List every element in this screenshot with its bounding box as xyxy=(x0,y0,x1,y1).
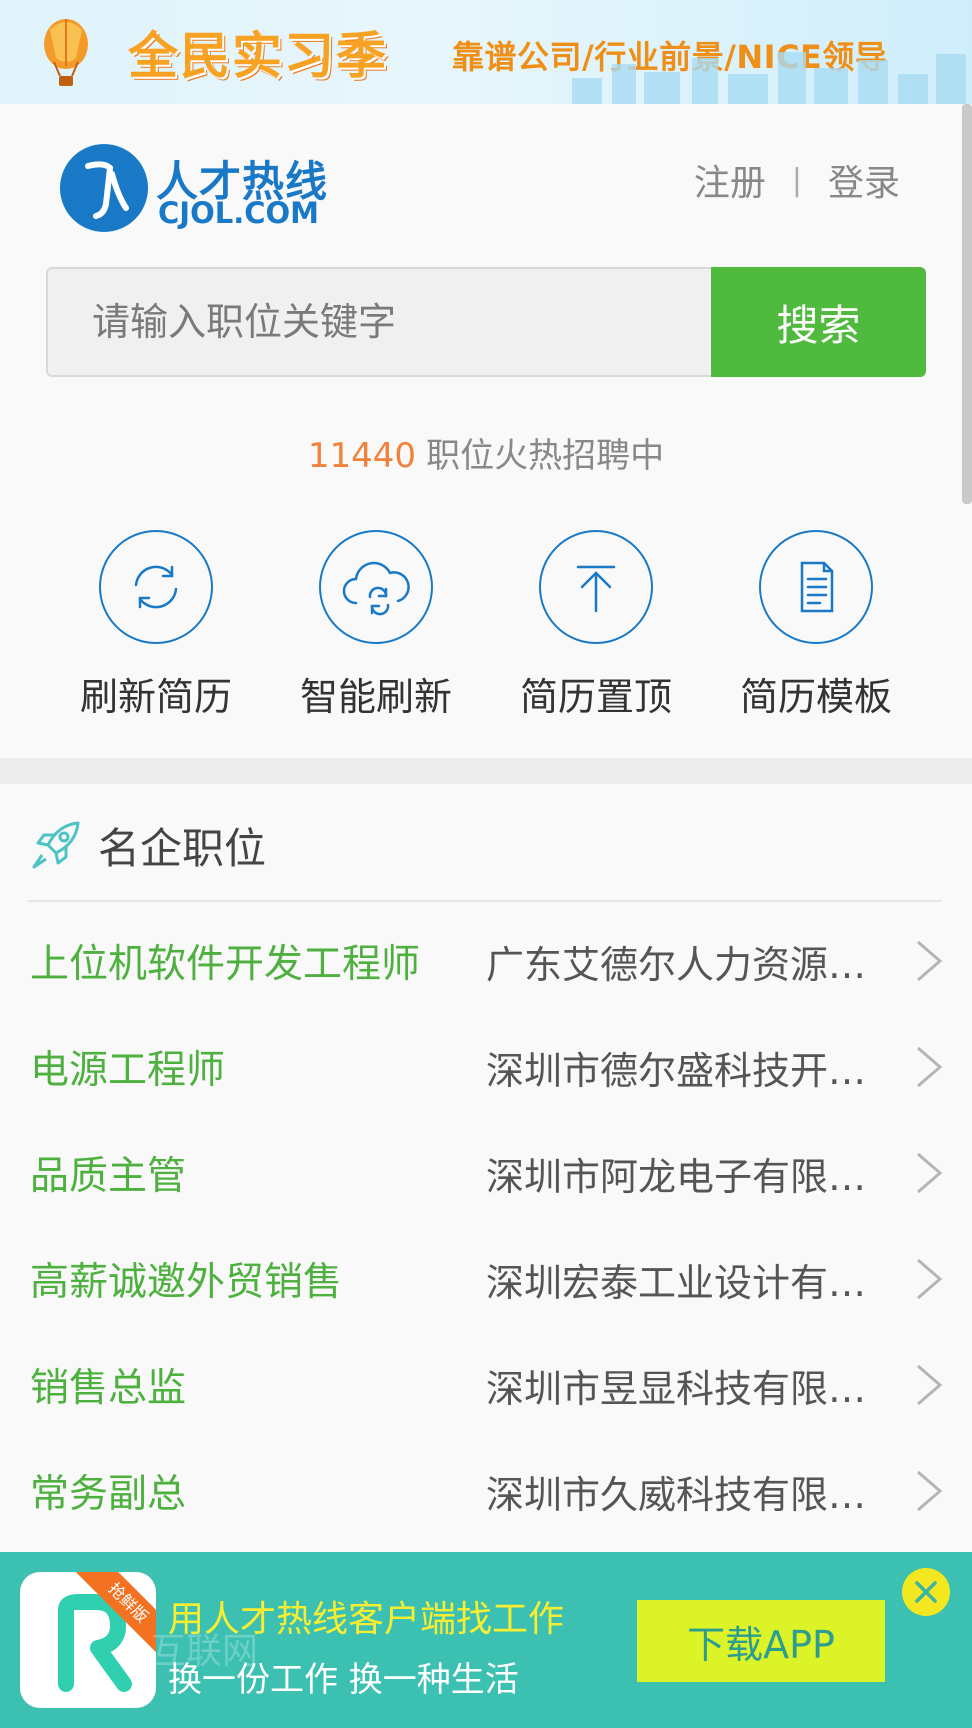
company-name[interactable]: 深圳市昱显科技有限… xyxy=(486,1358,886,1413)
auth-separator: | xyxy=(791,162,802,198)
company-name[interactable]: 深圳市阿龙电子有限… xyxy=(486,1146,886,1201)
refresh-icon xyxy=(99,530,213,644)
document-icon xyxy=(759,530,873,644)
job-item[interactable]: 电源工程师 深圳市德尔盛科技开… xyxy=(0,1014,972,1120)
job-list: 上位机软件开发工程师 广东艾德尔人力资源… 电源工程师 深圳市德尔盛科技开… 品… xyxy=(0,908,972,1544)
city-skyline-decoration xyxy=(572,52,966,104)
section-divider xyxy=(0,758,972,784)
job-count: 11440 xyxy=(307,436,417,476)
company-name[interactable]: 深圳宏泰工业设计有… xyxy=(486,1252,886,1307)
chevron-right-icon xyxy=(917,1046,943,1088)
action-label: 简历模板 xyxy=(739,675,892,719)
app-promo-subtitle: 换一份工作 换一种生活 xyxy=(168,1660,519,1700)
search-bar: 搜索 xyxy=(46,267,926,377)
logo-icon[interactable] xyxy=(60,144,148,232)
job-title[interactable]: 销售总监 xyxy=(30,1357,186,1413)
company-name[interactable]: 广东艾德尔人力资源… xyxy=(486,934,886,989)
smart-refresh-action[interactable]: 智能刷新 xyxy=(266,530,486,721)
resume-top-action[interactable]: 简历置顶 xyxy=(486,530,706,721)
company-name[interactable]: 深圳市久威科技有限… xyxy=(486,1464,886,1519)
job-title[interactable]: 上位机软件开发工程师 xyxy=(30,933,420,989)
arrow-top-icon xyxy=(539,530,653,644)
chevron-right-icon xyxy=(917,1364,943,1406)
job-item[interactable]: 常务副总 深圳市久威科技有限… xyxy=(0,1438,972,1544)
section-header: 名企职位 xyxy=(28,810,266,880)
app-download-bar: 抢鲜版 互联网 用人才热线客户端找工作 换一份工作 换一种生活 下载APP xyxy=(0,1552,972,1728)
cloud-refresh-icon xyxy=(319,530,433,644)
section-underline xyxy=(28,900,942,902)
action-label: 刷新简历 xyxy=(79,675,232,719)
site-header: 人才热线 CJOL.COM 注册 | 登录 xyxy=(0,104,972,254)
hot-air-balloon-icon xyxy=(44,19,88,86)
action-label: 简历置顶 xyxy=(519,675,672,719)
auth-links: 注册 | 登录 xyxy=(694,154,900,206)
company-name[interactable]: 深圳市德尔盛科技开… xyxy=(486,1040,886,1095)
promo-banner[interactable]: 全民实习季 靠谱公司/行业前景/NICE领导 xyxy=(0,0,972,104)
app-icon[interactable]: 抢鲜版 xyxy=(20,1572,156,1708)
chevron-right-icon xyxy=(917,1258,943,1300)
refresh-resume-action[interactable]: 刷新简历 xyxy=(46,530,266,721)
scrollbar[interactable] xyxy=(962,104,972,504)
resume-template-action[interactable]: 简历模板 xyxy=(706,530,926,721)
job-item[interactable]: 销售总监 深圳市昱显科技有限… xyxy=(0,1332,972,1438)
job-item[interactable]: 品质主管 深圳市阿龙电子有限… xyxy=(0,1120,972,1226)
job-item[interactable]: 高薪诚邀外贸销售 深圳宏泰工业设计有… xyxy=(0,1226,972,1332)
chevron-right-icon xyxy=(917,940,943,982)
app-promo-title: 用人才热线客户端找工作 xyxy=(168,1599,565,1640)
job-count-text: 职位火热招聘中 xyxy=(426,436,665,476)
chevron-right-icon xyxy=(917,1470,943,1512)
download-app-button[interactable]: 下载APP xyxy=(637,1600,885,1682)
chevron-right-icon xyxy=(917,1152,943,1194)
banner-slogan: 全民实习季 xyxy=(128,27,388,85)
search-button[interactable]: 搜索 xyxy=(711,267,926,377)
job-title[interactable]: 品质主管 xyxy=(30,1145,186,1201)
quick-actions: 刷新简历 智能刷新 简历置顶 简历模板 xyxy=(0,530,972,721)
login-link[interactable]: 登录 xyxy=(828,154,900,206)
register-link[interactable]: 注册 xyxy=(694,154,766,206)
job-item[interactable]: 上位机软件开发工程师 广东艾德尔人力资源… xyxy=(0,908,972,1014)
job-title[interactable]: 常务副总 xyxy=(30,1463,186,1519)
section-title: 名企职位 xyxy=(98,823,267,873)
action-label: 智能刷新 xyxy=(299,675,452,719)
rocket-icon xyxy=(32,821,80,869)
job-count-banner: 11440 职位火热招聘中 xyxy=(0,428,972,477)
logo-text-en[interactable]: CJOL.COM xyxy=(158,196,319,230)
job-title[interactable]: 高薪诚邀外贸销售 xyxy=(30,1251,342,1307)
job-title[interactable]: 电源工程师 xyxy=(30,1039,225,1095)
search-input[interactable] xyxy=(46,267,711,377)
close-icon[interactable] xyxy=(902,1568,950,1616)
